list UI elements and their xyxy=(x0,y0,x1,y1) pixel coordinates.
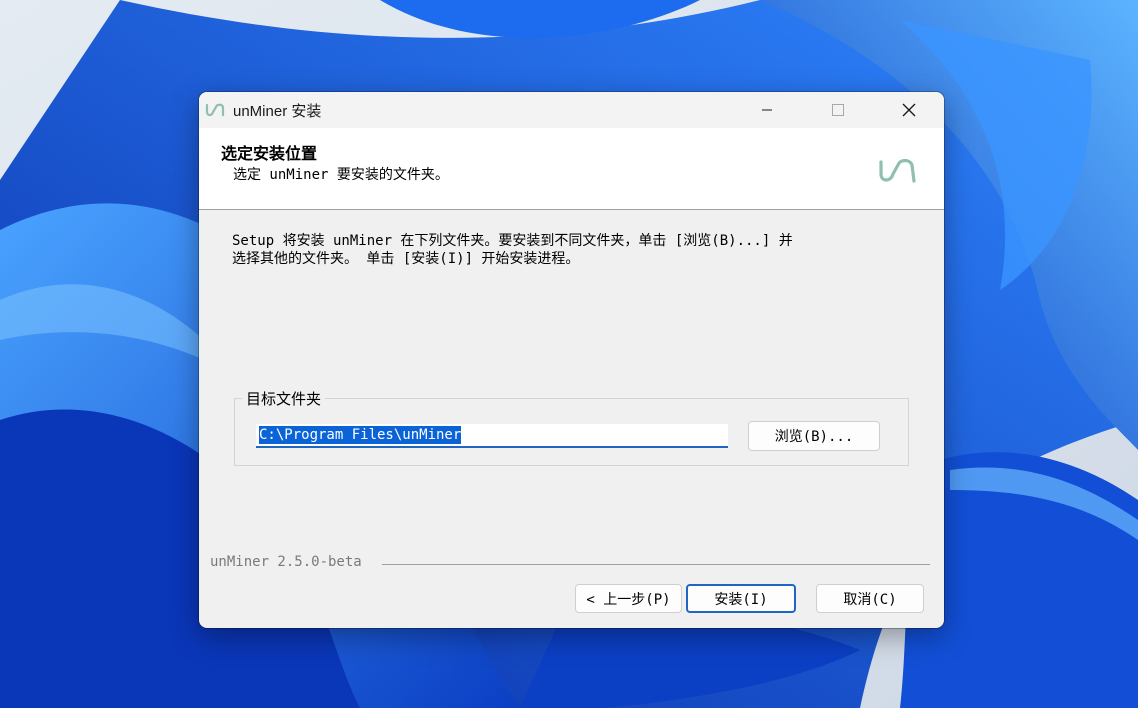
wizard-header: 选定安装位置 选定 unMiner 要安装的文件夹。 xyxy=(199,128,944,210)
cancel-button[interactable]: 取消(C) xyxy=(816,584,924,613)
maximize-button[interactable] xyxy=(815,92,861,128)
install-path-input[interactable]: C:\Program Files\unMiner xyxy=(256,424,728,448)
version-label: unMiner 2.5.0-beta xyxy=(210,554,362,570)
instructions-text: Setup 将安装 unMiner 在下列文件夹。要安装到不同文件夹，单击 [浏… xyxy=(232,232,922,268)
unminer-logo-icon xyxy=(205,103,225,117)
minimize-button[interactable] xyxy=(744,92,790,128)
instructions-line-2: 选择其他的文件夹。 单击 [安装(I)] 开始安装进程。 xyxy=(232,251,580,267)
destination-folder-label: 目标文件夹 xyxy=(242,388,326,409)
browse-button[interactable]: 浏览(B)... xyxy=(748,421,880,451)
maximize-icon xyxy=(832,104,844,116)
minimize-icon xyxy=(762,109,772,111)
instructions-line-1: Setup 将安装 unMiner 在下列文件夹。要安装到不同文件夹，单击 [浏… xyxy=(232,233,793,249)
installer-window: unMiner 安装 选定安装位置 选定 unMiner 要安装的文件夹。 Se… xyxy=(199,92,944,628)
title-bar: unMiner 安装 xyxy=(199,92,944,128)
back-button[interactable]: < 上一步(P) xyxy=(575,584,682,613)
footer-divider xyxy=(382,564,930,565)
window-title: unMiner 安装 xyxy=(233,103,322,120)
unminer-logo-icon xyxy=(879,158,916,183)
page-title: 选定安装位置 xyxy=(221,144,318,163)
install-button[interactable]: 安装(I) xyxy=(686,584,796,613)
install-path-value: C:\Program Files\unMiner xyxy=(259,426,462,444)
page-subtitle: 选定 unMiner 要安装的文件夹。 xyxy=(233,167,449,183)
close-button[interactable] xyxy=(886,92,932,128)
close-icon xyxy=(902,103,916,117)
